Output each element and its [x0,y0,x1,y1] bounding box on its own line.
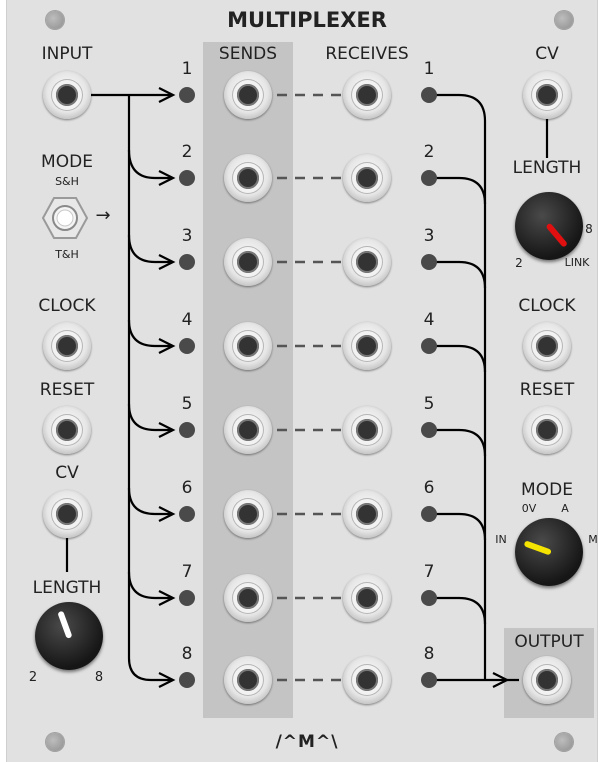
mode-option-a: A [561,502,569,515]
mode-option-sh: S&H [55,175,79,188]
mode-knob-right[interactable] [515,518,583,586]
screw-top-right [555,11,573,29]
mode-option-th: T&H [55,248,79,261]
send-jack-4[interactable] [224,322,272,370]
send-port-indicator [179,672,195,688]
send-number-label: 4 [181,310,193,330]
length-min-left: 2 [28,670,38,685]
send-port-indicator [179,338,195,354]
length-link-label: LINK [564,256,590,269]
receive-number-label: 4 [423,310,435,330]
send-port-indicator [179,422,195,438]
length-pointer-left [57,610,73,639]
send-number-label: 2 [181,142,193,162]
mode-label-right: MODE [521,480,573,500]
send-jack-7[interactable] [224,574,272,622]
send-jack-6[interactable] [224,490,272,538]
length-max-right: 8 [585,222,593,236]
length-pointer-right [545,222,569,248]
module-title: MULTIPLEXER [227,8,387,32]
receive-port-indicator [421,170,437,186]
brand-logo: /^M^\ [275,732,339,752]
receive-number-label: 7 [423,562,435,582]
cv-label-left: CV [55,463,79,483]
mode-option-m: M [588,533,598,546]
send-port-indicator [179,170,195,186]
receive-number-label: 2 [423,142,435,162]
mode-pointer-right [523,540,552,556]
receive-jack-3[interactable] [343,238,391,286]
output-jack[interactable] [523,656,571,704]
send-port-indicator [179,506,195,522]
receive-number-label: 3 [423,226,435,246]
length-knob-right[interactable] [515,192,583,260]
send-jack-3[interactable] [224,238,272,286]
send-number-label: 5 [181,394,193,414]
length-max-left: 8 [94,670,104,685]
send-jack-5[interactable] [224,406,272,454]
receive-number-label: 1 [423,59,435,79]
length-label-left: LENGTH [32,578,102,598]
receive-port-indicator [421,590,437,606]
send-jack-1[interactable] [224,71,272,119]
length-label-right: LENGTH [512,158,582,178]
receive-number-label: 6 [423,478,435,498]
cv-jack-right[interactable] [523,71,571,119]
receive-jack-2[interactable] [343,154,391,202]
mode-arrow-icon: → [95,205,111,226]
send-port-indicator [179,590,195,606]
input-label: INPUT [41,44,93,64]
send-jack-8[interactable] [224,656,272,704]
reset-jack-left[interactable] [43,406,91,454]
input-bus [127,95,152,682]
send-number-label: 8 [181,644,193,664]
receive-port-indicator [421,672,437,688]
sends-label: SENDS [218,44,278,64]
screw-bottom-right [555,733,573,751]
mode-option-in: IN [495,533,507,546]
receive-jack-8[interactable] [343,656,391,704]
cv-jack-left[interactable] [43,490,91,538]
send-number-label: 7 [181,562,193,582]
send-number-label: 6 [181,478,193,498]
reset-jack-right[interactable] [523,406,571,454]
receive-port-indicator [421,254,437,270]
length-knob-left[interactable] [35,602,103,670]
screw-bottom-left [46,733,64,751]
clock-label-right: CLOCK [518,296,576,316]
receive-jack-1[interactable] [343,71,391,119]
receive-jack-4[interactable] [343,322,391,370]
receive-port-indicator [421,506,437,522]
mode-toggle[interactable] [43,198,87,238]
input-jack[interactable] [43,71,91,119]
clock-label-left: CLOCK [38,296,96,316]
receive-jack-5[interactable] [343,406,391,454]
receive-number-label: 8 [423,644,435,664]
receive-number-label: 5 [423,394,435,414]
send-port-indicator [179,87,195,103]
receive-port-indicator [421,87,437,103]
length-min-right: 2 [515,256,523,270]
mode-option-0v: 0V [521,502,537,515]
send-port-indicator [179,254,195,270]
receives-label: RECEIVES [325,44,409,64]
receive-port-indicator [421,422,437,438]
send-number-label: 1 [181,59,193,79]
reset-label-right: RESET [519,380,575,400]
output-label: OUTPUT [514,632,584,652]
receive-jack-7[interactable] [343,574,391,622]
clock-jack-right[interactable] [523,322,571,370]
receive-jack-6[interactable] [343,490,391,538]
screw-top-left [46,11,64,29]
send-jack-2[interactable] [224,154,272,202]
send-number-label: 3 [181,226,193,246]
module-panel: MULTIPLEXER /^M^\ INPUT MODE S&H T&H → C… [6,0,598,762]
receive-port-indicator [421,338,437,354]
reset-label-left: RESET [39,380,95,400]
cv-label-right: CV [535,44,559,64]
mode-label: MODE [41,152,93,172]
clock-jack-left[interactable] [43,322,91,370]
